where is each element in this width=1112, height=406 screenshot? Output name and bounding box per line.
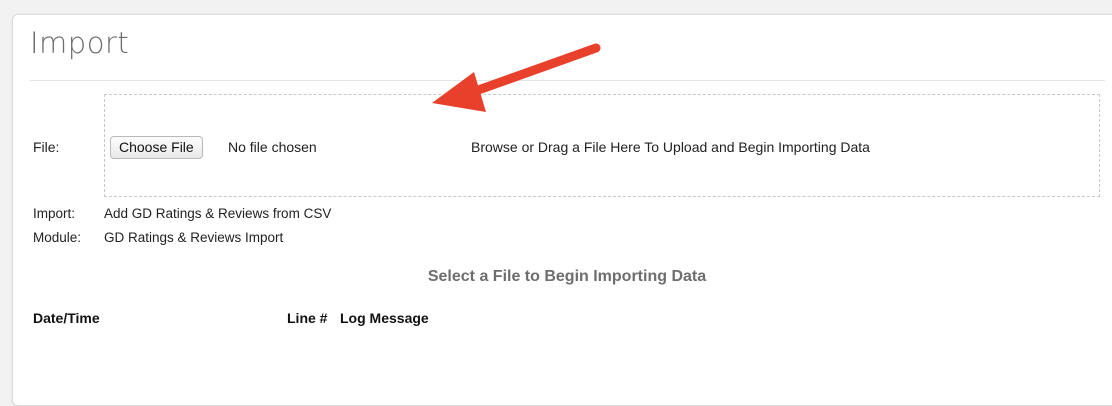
import-label: Import:: [33, 206, 76, 221]
module-value: GD Ratings & Reviews Import: [104, 230, 284, 245]
choose-file-button[interactable]: Choose File: [110, 136, 203, 159]
column-header-log-message: Log Message: [340, 310, 429, 326]
file-label: File:: [33, 139, 60, 155]
import-value: Add GD Ratings & Reviews from CSV: [104, 206, 332, 221]
title-divider: [30, 80, 1105, 81]
status-message: Select a File to Begin Importing Data: [427, 268, 707, 285]
no-file-chosen-text: No file chosen: [228, 139, 317, 155]
column-header-datetime: Date/Time: [33, 310, 100, 326]
column-header-line-number: Line #: [287, 310, 328, 326]
dropzone-hint-text: Browse or Drag a File Here To Upload and…: [471, 139, 870, 155]
module-label: Module:: [33, 230, 82, 245]
page-title: Import: [30, 26, 130, 60]
